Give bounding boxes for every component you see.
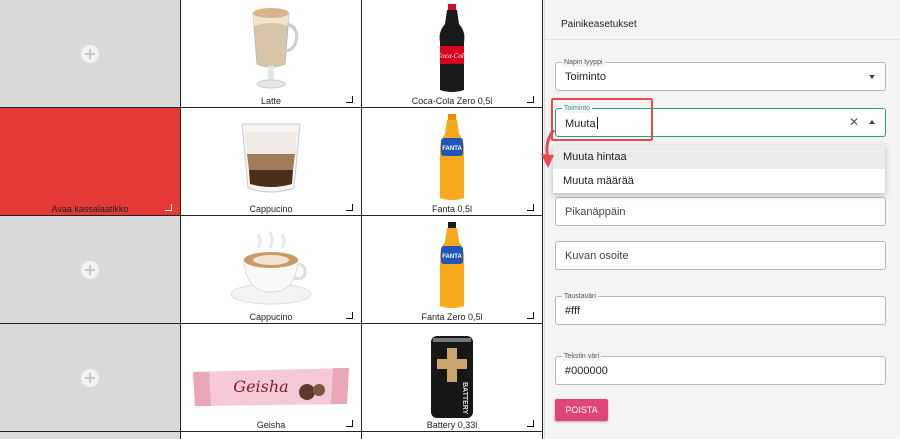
divider	[545, 39, 900, 40]
grid-cell-latte[interactable]: Latte	[181, 0, 362, 108]
resize-handle[interactable]	[527, 420, 534, 427]
field-placeholder: Kuvan osoite	[565, 250, 629, 262]
option-change-price[interactable]: Muuta hintaa	[553, 145, 885, 169]
grid-cell-cappucino-cup[interactable]: Cappucino	[181, 216, 362, 324]
button-grid: Latte Coca-Cola Coca-Cola Zero 0,5l Avaa…	[0, 0, 543, 439]
grid-cell-open-cash-drawer[interactable]: Avaa kassalaatikko	[0, 108, 181, 216]
fanta-bottle-image: FANTA	[439, 114, 465, 200]
add-icon[interactable]	[81, 260, 99, 279]
resize-handle[interactable]	[527, 312, 534, 319]
coca-cola-bottle-image: Coca-Cola	[437, 4, 468, 92]
grid-cell[interactable]	[181, 432, 362, 439]
resize-handle[interactable]	[527, 204, 534, 211]
fanta-zero-bottle-image: FANTA	[439, 222, 465, 308]
grid-cell-empty[interactable]	[0, 324, 181, 432]
field-label: Napin tyyppi	[562, 58, 605, 67]
cell-label: Avaa kassalaatikko	[51, 204, 129, 214]
panel-title: Painikeasetukset	[561, 19, 637, 30]
cappucino-glass-image	[241, 123, 301, 193]
cell-label: Cappucino	[249, 312, 293, 322]
svg-text:Geisha: Geisha	[233, 377, 288, 396]
resize-handle[interactable]	[346, 96, 353, 103]
grid-cell-coca-cola-zero[interactable]: Coca-Cola Coca-Cola Zero 0,5l	[362, 0, 543, 108]
button-type-select[interactable]: Napin tyyppi Toiminto	[555, 58, 886, 91]
cell-label: Latte	[260, 96, 282, 106]
delete-button[interactable]: POISTA	[555, 399, 608, 421]
clear-icon[interactable]: ✕	[849, 115, 859, 129]
add-icon[interactable]	[81, 44, 99, 63]
svg-text:Coca-Cola: Coca-Cola	[437, 53, 468, 60]
cell-label: Fanta 0,5l	[431, 204, 473, 214]
cell-label: Cappucino	[249, 204, 293, 214]
annotation-arrow-icon	[541, 129, 556, 168]
app-root: Latte Coca-Cola Coca-Cola Zero 0,5l Avaa…	[0, 0, 900, 439]
action-options-dropdown: Muuta hintaa Muuta määrää	[553, 145, 885, 193]
resize-handle[interactable]	[165, 204, 172, 211]
field-value: Toiminto	[565, 71, 606, 83]
resize-handle[interactable]	[346, 420, 353, 427]
field-value: #000000	[565, 365, 608, 377]
add-icon[interactable]	[81, 368, 99, 387]
cell-label: Coca-Cola Zero 0,5l	[411, 96, 493, 106]
battery-can-image: BATTERY	[431, 336, 473, 418]
grid-cell-geisha[interactable]: Geisha Geisha	[181, 324, 362, 432]
text-color-field[interactable]: Tekstin väri #000000	[555, 352, 886, 385]
grid-cell[interactable]	[362, 432, 543, 439]
cell-label: Battery 0,33l	[426, 420, 478, 430]
image-url-field[interactable]: Kuvan osoite	[555, 241, 886, 270]
resize-handle[interactable]	[346, 312, 353, 319]
cappucino-cup-image	[230, 231, 312, 305]
svg-text:BATTERY: BATTERY	[461, 382, 468, 415]
field-value: #fff	[565, 305, 580, 317]
grid-cell-empty[interactable]	[0, 0, 181, 108]
option-change-quantity[interactable]: Muuta määrää	[553, 169, 885, 193]
grid-cell-empty[interactable]	[0, 216, 181, 324]
resize-handle[interactable]	[527, 96, 534, 103]
button-settings-panel: Painikeasetukset Napin tyyppi Toiminto T…	[544, 0, 900, 439]
annotation-highlight-box	[551, 98, 653, 141]
svg-text:FANTA: FANTA	[442, 146, 462, 152]
cell-label: Fanta Zero 0,5l	[421, 312, 483, 322]
geisha-bar-image: Geisha	[193, 368, 349, 406]
grid-cell-fanta[interactable]: FANTA Fanta 0,5l	[362, 108, 543, 216]
field-placeholder: Pikanäppäin	[565, 206, 626, 218]
chevron-up-icon[interactable]	[869, 120, 875, 124]
field-label: Tekstin väri	[562, 352, 602, 361]
grid-cell-battery[interactable]: BATTERY Battery 0,33l	[362, 324, 543, 432]
background-color-field[interactable]: Taustaväri #fff	[555, 292, 886, 325]
shortcut-field[interactable]: Pikanäppäin	[555, 197, 886, 226]
grid-cell-cappucino[interactable]: Cappucino	[181, 108, 362, 216]
svg-text:FANTA: FANTA	[442, 254, 462, 260]
field-label: Taustaväri	[562, 292, 598, 301]
latte-image	[252, 8, 299, 89]
cell-label: Geisha	[256, 420, 286, 430]
chevron-down-icon[interactable]	[869, 75, 875, 79]
resize-handle[interactable]	[346, 204, 353, 211]
grid-cell-fanta-zero[interactable]: FANTA Fanta Zero 0,5l	[362, 216, 543, 324]
grid-cell-empty[interactable]	[0, 432, 181, 439]
